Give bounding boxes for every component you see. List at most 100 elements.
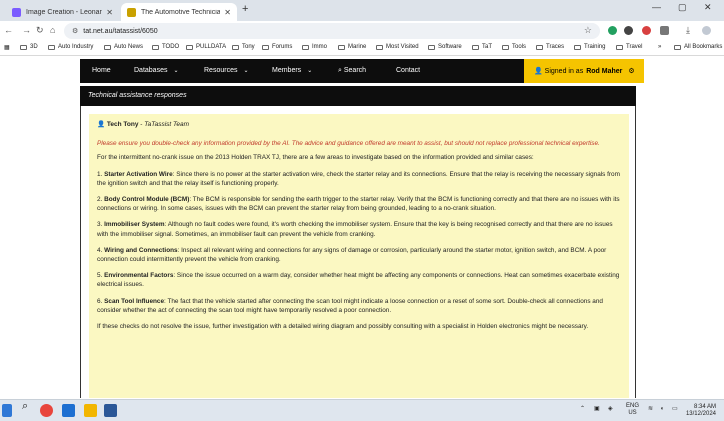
bookmark-immo[interactable]: Immo	[302, 44, 327, 50]
item-title: Environmental Factors	[104, 272, 174, 280]
bookmark-tat[interactable]: TaT	[472, 44, 492, 50]
bookmarks-overflow-icon[interactable]: »	[658, 44, 661, 50]
extension-icon[interactable]	[608, 26, 617, 35]
author-team: TaTassist Team	[144, 121, 190, 128]
folder-icon	[302, 44, 309, 50]
nav-resources[interactable]: Resources ⌄	[204, 67, 249, 74]
extension-icon[interactable]	[624, 26, 633, 35]
system-clock[interactable]: 8:34 AM 13/12/2024	[686, 404, 716, 418]
network-tray-icon[interactable]: ▣	[594, 406, 600, 413]
nav-contact[interactable]: Contact	[396, 67, 420, 74]
bookmark-auto-industry[interactable]: Auto Industry	[48, 44, 93, 50]
chrome-icon[interactable]	[40, 404, 53, 417]
clock-time: 8:34 AM	[693, 404, 716, 410]
site-info-icon[interactable]: ⚙	[72, 27, 78, 35]
bookmark-3d[interactable]: 3D	[20, 44, 38, 50]
bookmark-travel[interactable]: Travel	[616, 44, 642, 50]
bookmark-label: Most Visited	[386, 44, 419, 50]
tray-icon[interactable]: ◈	[608, 406, 613, 413]
region-code: US	[628, 410, 637, 416]
new-tab-button[interactable]: +	[242, 3, 248, 15]
home-icon[interactable]: ⌂	[50, 25, 55, 35]
user-icon: 👤	[97, 121, 106, 128]
signed-in-label: Signed in as	[544, 67, 584, 75]
bookmark-label: Auto News	[114, 44, 144, 50]
bookmark-marine[interactable]: Marine	[338, 44, 366, 50]
leonardo-favicon-icon	[12, 7, 21, 17]
bookmark-software[interactable]: Software	[428, 44, 462, 50]
minimize-icon[interactable]: —	[652, 2, 661, 12]
folder-icon	[186, 44, 193, 50]
item-number: 3.	[97, 221, 103, 229]
nav-home[interactable]: Home	[92, 67, 111, 74]
nav-members[interactable]: Members ⌄	[272, 67, 312, 74]
bookmark-most-visited[interactable]: Most Visited	[376, 44, 419, 50]
download-icon[interactable]: ⤓	[686, 25, 690, 36]
close-window-icon[interactable]: ✕	[704, 2, 712, 13]
user-name: Rod Maher	[586, 67, 623, 75]
bookmark-label: Marine	[348, 44, 367, 50]
item-title: Immobiliser System	[104, 221, 165, 229]
chevron-up-icon[interactable]: ⌃	[580, 406, 585, 413]
bookmark-label: Travel	[626, 44, 643, 50]
chevron-down-icon: ⌄	[243, 68, 249, 74]
language-indicator[interactable]: ENG US	[626, 403, 639, 417]
nav-label: Search	[343, 67, 367, 74]
gear-icon[interactable]: ⚙	[628, 67, 634, 75]
reload-icon[interactable]: ↻	[36, 25, 44, 36]
nav-label: Databases	[134, 67, 168, 74]
item-number: 6.	[97, 297, 103, 305]
close-tab-icon[interactable]: ✕	[106, 8, 113, 17]
bookmark-training[interactable]: Training	[574, 44, 605, 50]
folder-icon	[338, 44, 345, 50]
address-bar[interactable]: ⚙ tat.net.au/tatassist/6050 ☆	[64, 23, 600, 39]
maximize-icon[interactable]: ▢	[678, 2, 687, 13]
wifi-icon[interactable]: ≋	[648, 406, 653, 413]
bookmark-label: Tony	[242, 44, 255, 50]
list-item: 5. Environmental Factors: Since the issu…	[97, 271, 621, 289]
profile-avatar-icon[interactable]	[702, 26, 711, 35]
search-icon[interactable]: ⌕	[22, 401, 28, 412]
tab-leonardo[interactable]: Image Creation - Leonardo.Ai ✕	[6, 3, 119, 21]
bookmark-traces[interactable]: Traces	[536, 44, 564, 50]
bookmark-todo[interactable]: TODO	[152, 44, 179, 50]
windows-taskbar: ⌕ ⌃ ▣ ◈ ENG US ≋ ◖ ▭ 8:34 AM 13/12/2024	[0, 399, 724, 421]
bookmark-star-icon[interactable]: ☆	[584, 25, 592, 36]
forward-icon[interactable]: →	[22, 25, 31, 35]
file-explorer-icon[interactable]	[84, 404, 97, 417]
tab-automotive-technician[interactable]: The Automotive Technician - Ta ✕	[121, 3, 237, 21]
bookmarks-bar: ▦ 3D Auto Industry Auto News TODO PULLDA…	[0, 41, 724, 56]
folder-icon	[20, 44, 27, 50]
extensions-puzzle-icon[interactable]	[660, 26, 669, 35]
browser-tab-strip: Image Creation - Leonardo.Ai ✕ The Autom…	[0, 0, 724, 21]
outlook-icon[interactable]	[62, 404, 75, 417]
nav-databases[interactable]: Databases ⌄	[134, 67, 179, 74]
bookmark-label: TaT	[482, 44, 493, 50]
signed-in-badge[interactable]: 👤 Signed in as Rod Maher ⚙	[524, 59, 644, 83]
bookmark-label: Immo	[312, 44, 327, 50]
bookmark-label: PULLDATA	[196, 44, 227, 50]
url-text: tat.net.au/tatassist/6050	[83, 27, 158, 35]
nav-search[interactable]: ⌕ Search	[338, 67, 366, 75]
folder-icon	[48, 44, 55, 50]
battery-icon[interactable]: ▭	[672, 406, 678, 413]
folder-icon	[502, 44, 509, 50]
apps-grid-icon[interactable]: ▦	[4, 44, 10, 51]
bookmark-forums[interactable]: Forums	[262, 44, 292, 50]
word-icon[interactable]	[104, 404, 117, 417]
item-number: 1.	[97, 170, 103, 178]
back-icon[interactable]: ←	[4, 25, 13, 35]
windows-start-icon[interactable]	[2, 404, 12, 417]
all-bookmarks[interactable]: All Bookmarks	[674, 44, 722, 50]
ai-disclaimer: Please ensure you double-check any infor…	[97, 140, 600, 148]
extension-icon[interactable]	[642, 26, 651, 35]
volume-icon[interactable]: ◖	[660, 406, 664, 413]
bookmark-pulldata[interactable]: PULLDATA	[186, 44, 226, 50]
address-row: ← → ↻ ⌂ ⚙ tat.net.au/tatassist/6050 ☆ ⤓	[0, 21, 724, 41]
response-intro: For the intermittent no-crank issue on t…	[97, 154, 534, 162]
folder-icon	[574, 44, 581, 50]
close-tab-icon[interactable]: ✕	[224, 8, 231, 17]
bookmark-auto-news[interactable]: Auto News	[104, 44, 143, 50]
bookmark-tony[interactable]: Tony	[232, 44, 255, 50]
bookmark-tools[interactable]: Tools	[502, 44, 526, 50]
